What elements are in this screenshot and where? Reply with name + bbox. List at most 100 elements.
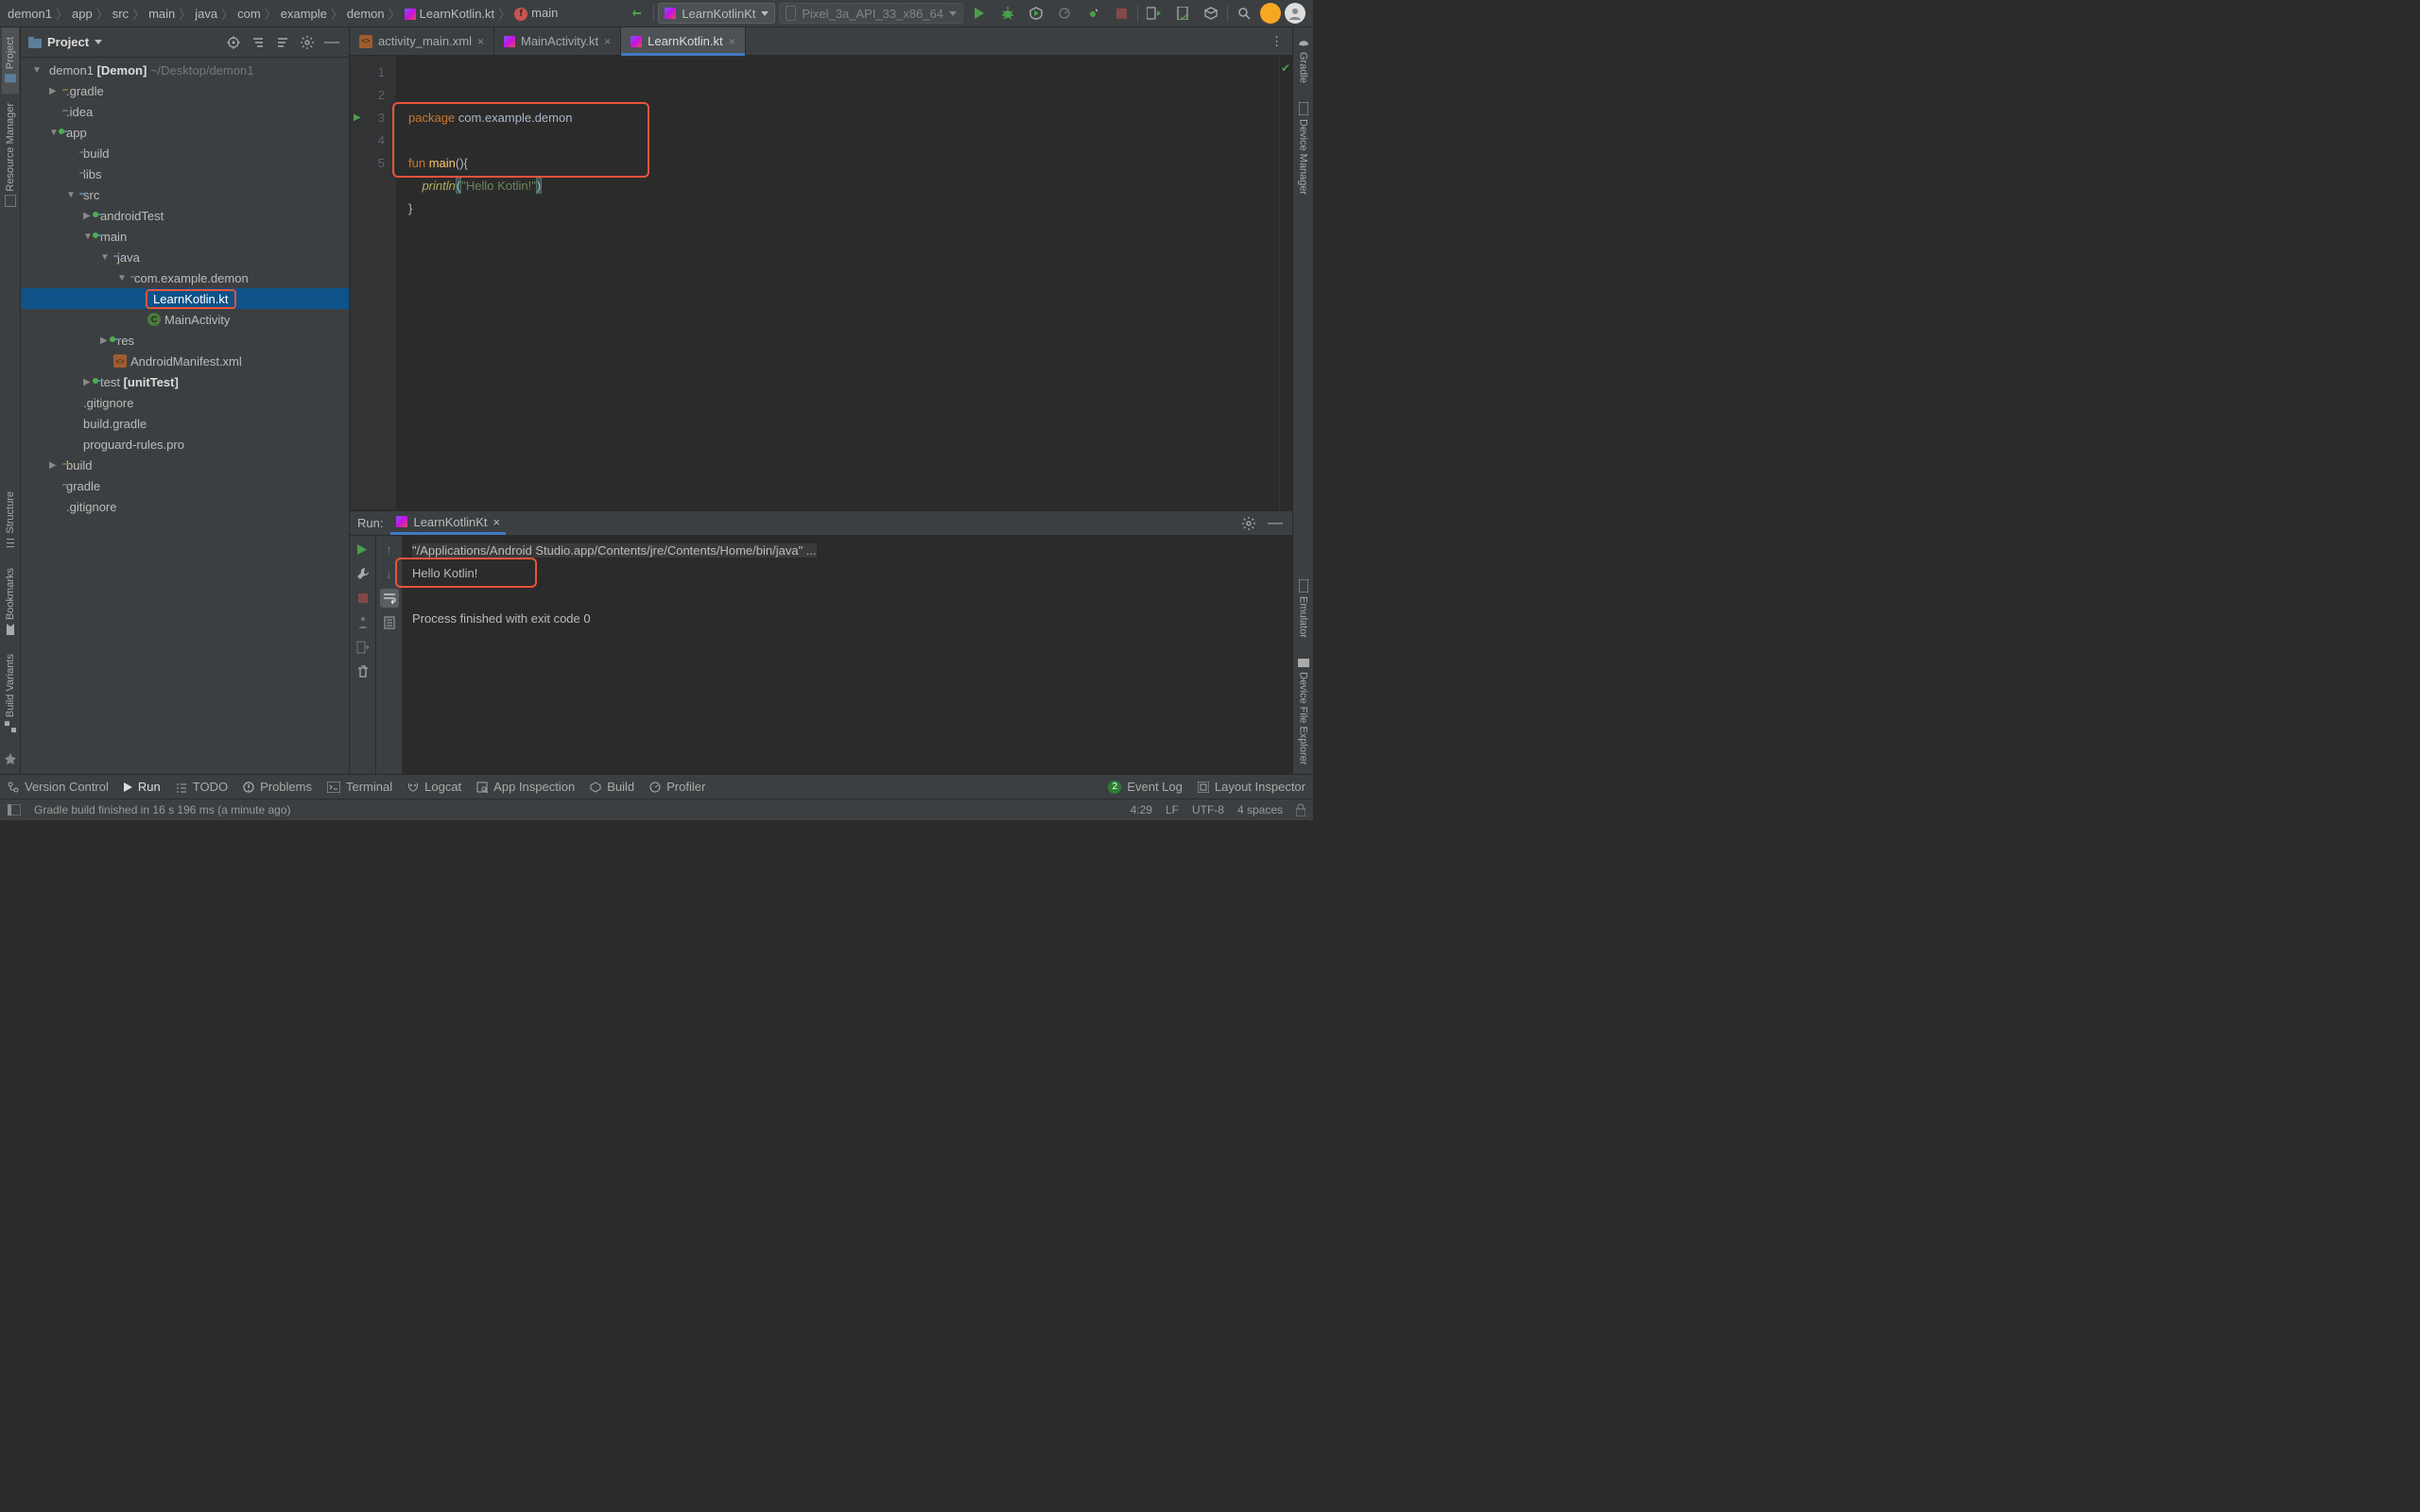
editor-tab[interactable]: MainActivity.kt× [494, 27, 621, 55]
status-caret-position[interactable]: 4:29 [1131, 803, 1152, 816]
code-content[interactable]: package com.example.demon fun main(){ pr… [395, 56, 1279, 509]
bt-todo[interactable]: TODO [176, 780, 228, 794]
expand-arrow-icon[interactable]: ▶ [100, 335, 110, 346]
hide-icon[interactable]: — [1266, 514, 1285, 533]
code-editor[interactable]: 1 2 3 ▶ 4 5 package com.example.demon fu… [350, 56, 1279, 509]
rail-tab-structure[interactable]: Structure [2, 482, 19, 558]
expand-arrow-icon[interactable]: ▼ [100, 252, 110, 263]
breadcrumb-segment[interactable]: demon [347, 7, 385, 21]
trash-icon[interactable] [354, 662, 372, 681]
editor-tab[interactable]: LearnKotlin.kt× [621, 27, 746, 55]
tree-node[interactable]: ▼src [21, 184, 349, 205]
rerun-button[interactable] [354, 540, 372, 558]
status-indent[interactable]: 4 spaces [1237, 803, 1283, 816]
device-combo[interactable]: Pixel_3a_API_33_x86_64 [779, 3, 963, 24]
attach-debugger-button[interactable] [1080, 3, 1105, 24]
expand-arrow-icon[interactable]: ▼ [83, 232, 93, 242]
breadcrumb-segment[interactable]: com [237, 7, 261, 21]
project-panel-title[interactable]: Project [47, 35, 89, 49]
expand-all-icon[interactable] [249, 33, 268, 52]
account-avatar[interactable] [1260, 3, 1281, 24]
close-icon[interactable]: × [477, 35, 484, 48]
tree-node[interactable]: libs [21, 163, 349, 184]
tree-node[interactable]: build.gradle [21, 413, 349, 434]
tree-node[interactable]: ▶res [21, 330, 349, 351]
tree-node[interactable]: ▼com.example.demon [21, 267, 349, 288]
tree-node[interactable]: ▶.gradle [21, 80, 349, 101]
expand-arrow-icon[interactable]: ▼ [66, 190, 76, 200]
expand-arrow-icon[interactable]: ▼ [32, 65, 42, 76]
rail-tab-emulator[interactable]: Emulator [1295, 570, 1312, 647]
run-console[interactable]: "/Applications/Android Studio.app/Conten… [403, 536, 1292, 774]
avd-manager-icon[interactable] [1142, 3, 1167, 24]
close-icon[interactable]: × [729, 35, 735, 48]
rail-tab-device-manager[interactable]: Device Manager [1295, 93, 1312, 204]
expand-arrow-icon[interactable]: ▼ [117, 273, 127, 284]
coverage-button[interactable] [1024, 3, 1048, 24]
bt-problems[interactable]: Problems [243, 780, 312, 794]
expand-arrow-icon[interactable]: ▶ [49, 460, 59, 471]
editor-tabs-menu[interactable]: ⋮ [1261, 27, 1292, 55]
status-encoding[interactable]: UTF-8 [1192, 803, 1224, 816]
tree-node[interactable]: .gitignore [21, 496, 349, 517]
run-button[interactable] [967, 3, 992, 24]
tree-node[interactable]: ▶test [unitTest] [21, 371, 349, 392]
sdk-box-icon[interactable] [1199, 3, 1223, 24]
bt-version-control[interactable]: Version Control [8, 780, 109, 794]
debug-button[interactable] [995, 3, 1020, 24]
locate-icon[interactable] [224, 33, 243, 52]
status-line-ending[interactable]: LF [1166, 803, 1179, 816]
chevron-down-icon[interactable] [95, 40, 102, 44]
tree-node[interactable]: ▼main [21, 226, 349, 247]
breadcrumb-segment[interactable]: java [195, 7, 217, 21]
run-tab[interactable]: LearnKotlinKt × [390, 512, 506, 535]
lock-icon[interactable] [1296, 803, 1305, 816]
breadcrumb-segment[interactable]: src [112, 7, 129, 21]
tree-node[interactable]: CMainActivity [21, 309, 349, 330]
sdk-manager-icon[interactable] [1170, 3, 1195, 24]
gear-icon[interactable] [298, 33, 317, 52]
rail-tab-gradle[interactable]: Gradle [1295, 27, 1312, 93]
rail-tab-device-file-explorer[interactable]: Device File Explorer [1295, 647, 1312, 774]
tree-node[interactable]: ▼java [21, 247, 349, 267]
tree-node[interactable]: LearnKotlin.kt [21, 288, 349, 309]
bt-build[interactable]: Build [590, 780, 634, 794]
expand-arrow-icon[interactable]: ▼ [49, 128, 59, 138]
tree-node[interactable]: build [21, 143, 349, 163]
dump-threads-icon[interactable] [354, 613, 372, 632]
tree-node[interactable]: ▼app [21, 122, 349, 143]
rail-tab-resource-manager[interactable]: Resource Manager [2, 94, 19, 216]
scroll-to-end-icon[interactable] [380, 613, 399, 632]
expand-arrow-icon[interactable]: ▶ [49, 86, 59, 96]
tree-node[interactable]: .idea [21, 101, 349, 122]
close-icon[interactable]: × [493, 515, 501, 529]
soft-wrap-icon[interactable] [380, 589, 399, 608]
up-icon[interactable]: ↑ [380, 540, 399, 558]
sync-gradle-icon[interactable] [625, 3, 649, 24]
hide-icon[interactable]: — [322, 33, 341, 52]
rail-tab-project[interactable]: Project [2, 27, 19, 94]
stop-button[interactable] [1109, 3, 1133, 24]
gear-icon[interactable] [1239, 514, 1258, 533]
tree-node[interactable]: proguard-rules.pro [21, 434, 349, 455]
rail-tab-build-variants[interactable]: Build Variants [2, 644, 19, 742]
breadcrumb-segment[interactable]: main [148, 7, 175, 21]
bt-profiler[interactable]: Profiler [649, 780, 705, 794]
breadcrumb-segment[interactable]: example [281, 7, 327, 21]
run-config-combo[interactable]: LearnKotlinKt [658, 3, 775, 24]
bt-layout-inspector[interactable]: Layout Inspector [1198, 780, 1305, 794]
tree-node[interactable]: gradle [21, 475, 349, 496]
breadcrumb-segment[interactable]: LearnKotlin.kt [405, 7, 495, 21]
search-everywhere-button[interactable] [1232, 3, 1256, 24]
tool-windows-icon[interactable] [8, 804, 21, 816]
pin-icon[interactable] [1, 749, 20, 768]
bt-app-inspection[interactable]: App Inspection [476, 780, 575, 794]
bt-event-log[interactable]: 2Event Log [1108, 780, 1183, 794]
bt-logcat[interactable]: Logcat [407, 780, 461, 794]
user-avatar[interactable] [1285, 3, 1305, 24]
rail-tab-bookmarks[interactable]: Bookmarks [2, 558, 19, 644]
run-gutter-icon[interactable]: ▶ [354, 107, 361, 129]
bt-terminal[interactable]: Terminal [327, 780, 392, 794]
breadcrumb-segment[interactable]: app [72, 7, 93, 21]
project-tree[interactable]: ▼demon1 [Demon] ~/Desktop/demon1▶.gradle… [21, 58, 349, 774]
